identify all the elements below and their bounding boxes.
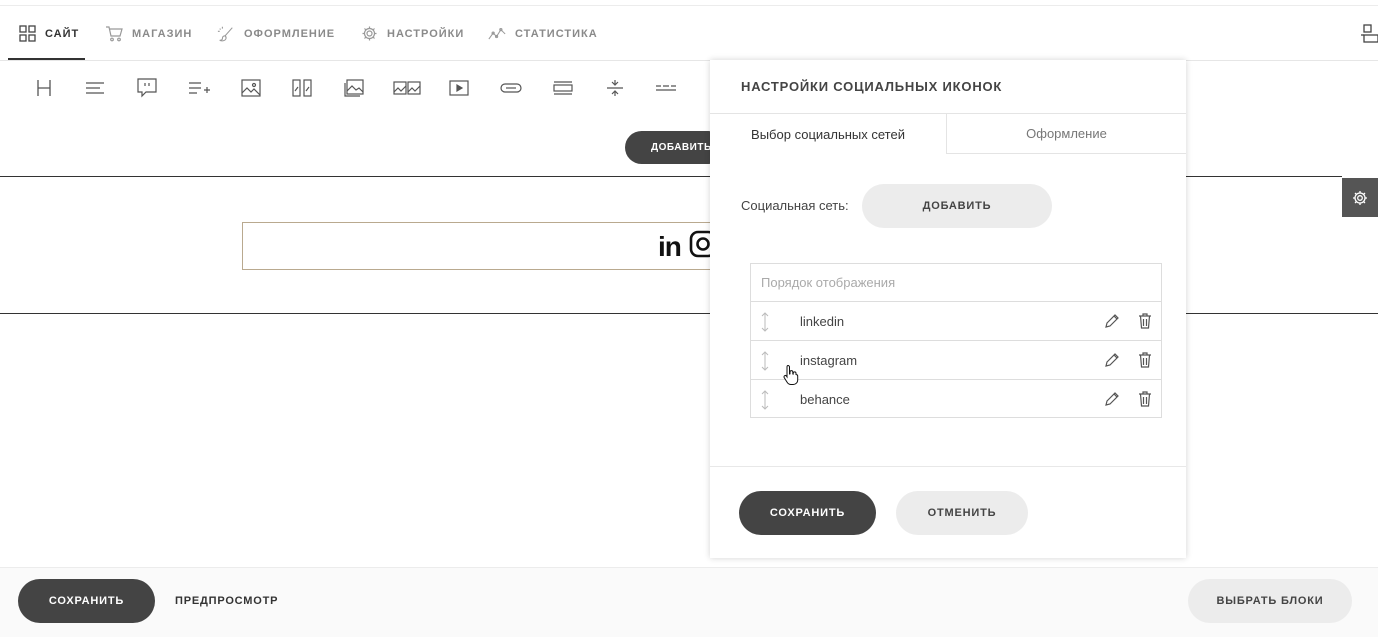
heading-tool-icon[interactable] <box>30 76 58 100</box>
image-grid-tool-icon[interactable] <box>392 76 422 100</box>
list-add-tool-icon[interactable] <box>185 76 213 100</box>
save-button[interactable]: СОХРАНИТЬ <box>18 579 155 623</box>
block-tool-icon[interactable] <box>549 76 577 100</box>
table-row: behance <box>751 380 1161 419</box>
nav-item-site[interactable]: САЙТ <box>18 6 79 61</box>
social-icons-preview: in <box>658 230 717 263</box>
edit-pencil-icon[interactable] <box>1104 391 1120 407</box>
panel-footer-divider <box>710 466 1186 467</box>
choose-blocks-button[interactable]: ВЫБРАТЬ БЛОКИ <box>1188 579 1352 623</box>
panel-cancel-button[interactable]: ОТМЕНИТЬ <box>896 491 1028 535</box>
image-text-tool-icon[interactable] <box>288 76 316 100</box>
social-icons-settings-panel: НАСТРОЙКИ СОЦИАЛЬНЫХ ИКОНОК Выбор социал… <box>710 60 1186 558</box>
gallery-tool-icon[interactable] <box>340 76 368 100</box>
button-tool-icon[interactable] <box>497 76 525 100</box>
divider-tool-icon[interactable] <box>601 76 629 100</box>
social-network-label: Социальная сеть: <box>741 198 849 213</box>
edit-pencil-icon[interactable] <box>1104 352 1120 368</box>
chart-line-icon <box>488 25 506 43</box>
separator-tool-icon[interactable] <box>652 76 680 100</box>
grid-icon <box>18 25 36 43</box>
bottom-bar: СОХРАНИТЬ ПРЕДПРОСМОТР ВЫБРАТЬ БЛОКИ <box>0 567 1378 637</box>
edit-pencil-icon[interactable] <box>1104 313 1120 329</box>
nav-item-shop[interactable]: МАГАЗИН <box>105 6 192 61</box>
linkedin-icon[interactable]: in <box>658 231 682 263</box>
table-row: linkedin <box>751 302 1161 341</box>
nav-item-label: ОФОРМЛЕНИЕ <box>244 27 336 40</box>
add-network-button[interactable]: ДОБАВИТЬ <box>862 184 1052 228</box>
nav-item-stats[interactable]: СТАТИСТИКА <box>488 6 598 61</box>
quote-tool-icon[interactable] <box>133 76 161 100</box>
nav-item-design[interactable]: ОФОРМЛЕНИЕ <box>217 6 335 61</box>
delete-trash-icon[interactable] <box>1138 391 1152 407</box>
delete-trash-icon[interactable] <box>1138 313 1152 329</box>
delete-trash-icon[interactable] <box>1138 352 1152 368</box>
blocks-icon[interactable] <box>1360 24 1378 44</box>
network-name: linkedin <box>800 313 845 329</box>
brush-icon <box>217 25 235 43</box>
nav-item-label: СТАТИСТИКА <box>515 27 598 40</box>
active-tab-indicator <box>8 58 85 60</box>
nav-item-label: МАГАЗИН <box>132 27 193 40</box>
block-settings-gear-icon[interactable] <box>1342 178 1378 217</box>
tab-select-networks[interactable]: Выбор социальных сетей <box>710 114 947 154</box>
panel-title: НАСТРОЙКИ СОЦИАЛЬНЫХ ИКОНОК <box>741 79 1003 94</box>
drag-handle-icon[interactable] <box>759 389 771 411</box>
text-tool-icon[interactable] <box>81 76 109 100</box>
order-header: Порядок отображения <box>751 264 1161 302</box>
drag-handle-icon[interactable] <box>759 350 771 372</box>
social-icons-block[interactable] <box>242 222 717 270</box>
network-name: behance <box>800 392 850 407</box>
networks-order-table: Порядок отображения linkedin instagram b… <box>750 263 1162 418</box>
cart-icon <box>105 25 123 43</box>
nav-item-label: САЙТ <box>45 27 80 40</box>
block-toolbar <box>0 62 710 116</box>
top-nav: САЙТ МАГАЗИН ОФОРМЛЕНИЕ НАСТРОЙКИ СТАТИС… <box>0 6 1378 61</box>
table-row: instagram <box>751 341 1161 380</box>
image-tool-icon[interactable] <box>237 76 265 100</box>
nav-item-settings[interactable]: НАСТРОЙКИ <box>360 6 464 61</box>
panel-tabs: Выбор социальных сетей Оформление <box>710 113 1186 154</box>
preview-link[interactable]: ПРЕДПРОСМОТР <box>175 595 278 607</box>
gear-icon <box>360 25 378 43</box>
tab-design[interactable]: Оформление <box>947 114 1186 154</box>
drag-handle-icon[interactable] <box>759 311 771 333</box>
network-name: instagram <box>800 352 858 368</box>
panel-save-button[interactable]: СОХРАНИТЬ <box>739 491 876 535</box>
video-tool-icon[interactable] <box>445 76 473 100</box>
nav-item-label: НАСТРОЙКИ <box>387 27 465 40</box>
